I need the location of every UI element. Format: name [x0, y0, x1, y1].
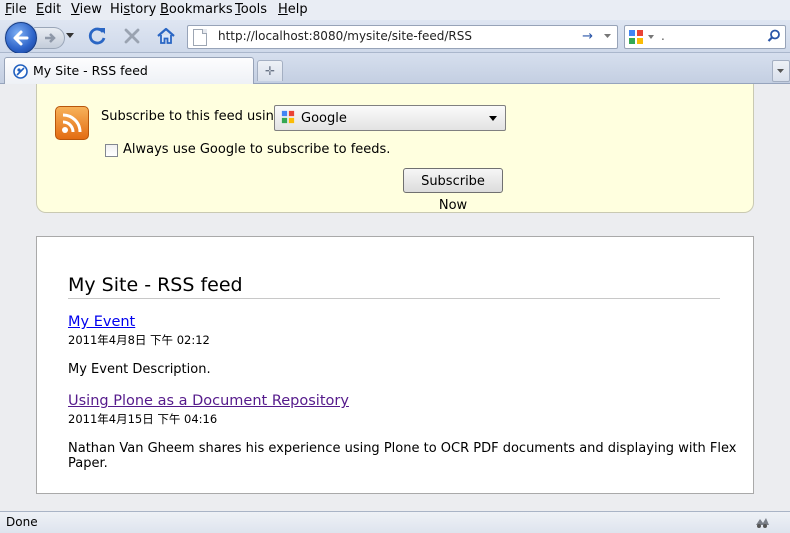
engine-dropdown-icon[interactable]	[648, 35, 654, 39]
always-use-checkbox[interactable]	[105, 144, 118, 157]
menu-label: ookmarks	[168, 2, 233, 17]
status-text: Done	[6, 515, 38, 529]
addon-status-icon[interactable]	[754, 515, 770, 529]
plone-favicon-icon	[13, 64, 28, 79]
feed-reader-value: Google	[301, 111, 347, 126]
history-dropdown-icon[interactable]	[66, 33, 74, 38]
menu-help[interactable]: Help	[278, 2, 308, 17]
chevron-down-icon	[777, 69, 784, 73]
google-icon	[281, 110, 295, 124]
search-icon[interactable]	[767, 29, 781, 43]
feed-title: My Site - RSS feed	[68, 274, 243, 296]
menu-bar: File Edit View History Bookmarks Tools H…	[0, 0, 790, 20]
menu-view[interactable]: View	[71, 2, 102, 17]
feed-reader-select[interactable]: Google	[274, 105, 506, 131]
tab-active[interactable]: My Site - RSS feed	[4, 57, 254, 84]
menu-label: History	[110, 2, 157, 17]
menu-bookmarks[interactable]: Bookmarks	[160, 2, 233, 17]
url-text[interactable]: http://localhost:8080/mysite/site-feed/R…	[218, 29, 472, 43]
home-icon[interactable]	[156, 26, 176, 46]
menu-history[interactable]: History	[110, 2, 156, 17]
entry-title-link[interactable]: My Event	[68, 314, 135, 330]
back-button[interactable]	[5, 22, 37, 54]
url-bar[interactable]: http://localhost:8080/mysite/site-feed/R…	[187, 25, 618, 49]
menu-edit[interactable]: Edit	[36, 2, 61, 17]
navigation-toolbar: http://localhost:8080/mysite/site-feed/R…	[0, 20, 790, 54]
url-dropdown-icon[interactable]	[604, 34, 611, 38]
subscribe-panel: Subscribe to this feed using Google Alwa…	[36, 84, 754, 213]
menu-label: iew	[79, 2, 102, 17]
title-divider	[68, 298, 720, 299]
subscribe-label: Subscribe to this feed using	[101, 109, 283, 124]
entry-date: 2011年4月15日 下午 04:16	[68, 412, 218, 426]
forward-arrow-icon	[45, 33, 56, 43]
entry-title-link[interactable]: Using Plone as a Document Repository	[68, 393, 349, 409]
status-bar: Done	[0, 511, 790, 533]
tab-bar: My Site - RSS feed ✛	[0, 53, 790, 84]
new-tab-button[interactable]: ✛	[257, 60, 283, 81]
entry-description: Nathan Van Gheem shares his experience u…	[68, 441, 737, 471]
menu-label: ools	[240, 2, 268, 17]
always-use-label[interactable]: Always use Google to subscribe to feeds.	[123, 142, 390, 157]
page-content: Subscribe to this feed using Google Alwa…	[0, 84, 790, 511]
entry-description: My Event Description.	[68, 362, 211, 377]
subscribe-now-button[interactable]: Subscribe Now	[403, 168, 503, 213]
back-arrow-icon	[13, 30, 29, 46]
forward-button[interactable]	[34, 27, 65, 49]
menu-label: elp	[287, 2, 308, 17]
menu-file[interactable]: File	[5, 2, 27, 17]
page-icon	[193, 29, 207, 46]
menu-tools[interactable]: Tools	[235, 2, 267, 17]
tab-list-button[interactable]	[772, 60, 790, 82]
rss-feed-icon	[55, 106, 89, 140]
tab-title: My Site - RSS feed	[33, 63, 148, 78]
menu-label: dit	[44, 2, 62, 17]
stop-icon[interactable]	[122, 26, 142, 46]
go-arrow-icon[interactable]: →	[582, 29, 593, 44]
google-icon[interactable]	[628, 29, 644, 45]
search-bar[interactable]: .	[624, 25, 786, 49]
chevron-down-icon	[489, 116, 497, 121]
entry-date: 2011年4月8日 下午 02:12	[68, 333, 210, 347]
menu-label: ile	[11, 2, 27, 17]
reload-icon[interactable]	[88, 26, 108, 46]
search-input[interactable]: .	[661, 29, 665, 43]
feed-body: My Site - RSS feed My Event 2011年4月8日 下午…	[36, 236, 754, 494]
